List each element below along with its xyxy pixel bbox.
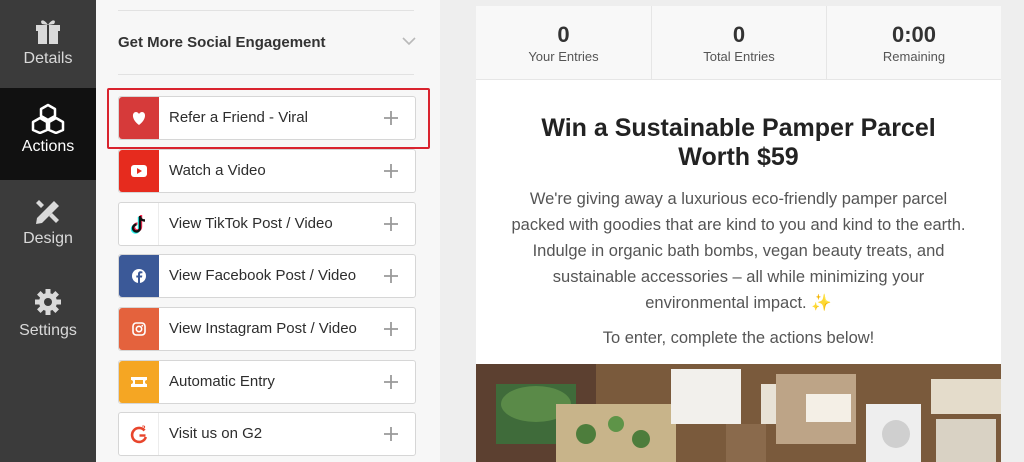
svg-text:2: 2 — [142, 425, 146, 432]
nav-label-design: Design — [23, 230, 73, 247]
action-instagram[interactable]: View Instagram Post / Video — [118, 307, 416, 351]
action-icon-box — [119, 308, 159, 350]
action-automatic-entry[interactable]: Automatic Entry — [118, 360, 416, 404]
instagram-icon — [132, 322, 146, 336]
action-g2[interactable]: 2 Visit us on G2 — [118, 412, 416, 456]
plus-icon[interactable] — [383, 163, 399, 179]
action-label: Automatic Entry — [169, 373, 275, 390]
action-icon-box: 2 — [119, 413, 159, 455]
youtube-icon — [131, 165, 147, 177]
divider — [118, 74, 414, 75]
nav-item-design[interactable]: Design — [0, 180, 96, 272]
action-icon-box — [119, 255, 159, 297]
stat-label: Total Entries — [703, 49, 775, 64]
action-icon-box — [119, 150, 159, 192]
giveaway-card: 0 Your Entries 0 Total Entries 0:00 Rema… — [476, 6, 1001, 462]
action-watch-video[interactable]: Watch a Video — [118, 149, 416, 193]
stats-bar: 0 Your Entries 0 Total Entries 0:00 Rema… — [476, 6, 1001, 80]
stat-remaining: 0:00 Remaining — [826, 6, 1001, 80]
plus-icon[interactable] — [383, 268, 399, 284]
stat-your-entries: 0 Your Entries — [476, 6, 651, 80]
action-label: View Instagram Post / Video — [169, 320, 357, 337]
action-label: Watch a Video — [169, 162, 266, 179]
section-title[interactable]: Get More Social Engagement — [118, 34, 326, 51]
facebook-icon — [132, 269, 146, 283]
action-facebook[interactable]: View Facebook Post / Video — [118, 254, 416, 298]
giveaway-description: We're giving away a luxurious eco-friend… — [511, 190, 966, 312]
stat-value: 0 — [557, 22, 570, 47]
ticket-icon — [131, 377, 147, 387]
nav-label-actions: Actions — [21, 138, 75, 155]
plus-icon[interactable] — [383, 426, 399, 442]
action-icon-box — [119, 361, 159, 403]
cubes-icon — [31, 103, 65, 134]
g2-icon: 2 — [130, 425, 148, 444]
stat-value: 0 — [732, 22, 746, 47]
stat-value: 0:00 — [891, 22, 937, 47]
action-label: View TikTok Post / Video — [169, 215, 333, 232]
nav-label-settings: Settings — [19, 322, 77, 339]
plus-icon[interactable] — [383, 374, 399, 390]
plus-icon[interactable] — [383, 216, 399, 232]
giveaway-image — [476, 364, 1001, 462]
action-tiktok[interactable]: View TikTok Post / Video — [118, 202, 416, 246]
stat-label: Your Entries — [528, 49, 599, 64]
stat-label: Remaining — [882, 49, 946, 64]
stat-total-entries: 0 Total Entries — [651, 6, 826, 80]
action-label: View Facebook Post / Video — [169, 267, 357, 284]
divider — [118, 10, 414, 11]
enter-instructions: To enter, complete the actions below! — [602, 329, 875, 347]
gift-icon — [36, 20, 60, 44]
nav-item-settings[interactable]: Settings — [0, 272, 96, 364]
highlight-box — [107, 88, 430, 149]
giveaway-title: Win a Sustainable Pamper Parcel Worth $5… — [541, 114, 936, 171]
action-icon-box — [119, 203, 159, 245]
actions-panel: Get More Social Engagement Refer a Frien… — [96, 0, 440, 462]
pencil-ruler-icon — [36, 200, 59, 224]
gear-icon — [35, 289, 61, 315]
plus-icon[interactable] — [383, 321, 399, 337]
nav-label-details: Details — [23, 50, 73, 67]
left-nav: Details Actions Design Settings — [0, 0, 96, 462]
nav-item-details[interactable]: Details — [0, 0, 96, 92]
tiktok-icon — [130, 215, 146, 234]
nav-item-actions[interactable]: Actions — [0, 88, 96, 180]
chevron-down-icon[interactable] — [402, 36, 416, 46]
action-label: Visit us on G2 — [169, 425, 263, 442]
